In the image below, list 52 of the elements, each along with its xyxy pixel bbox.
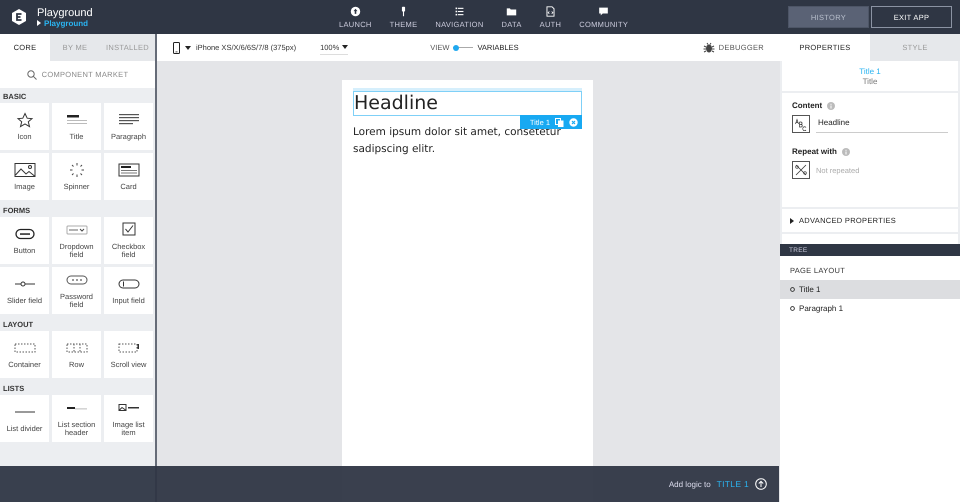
up-arrow-icon[interactable]	[755, 478, 767, 490]
dashed-row-icon	[66, 344, 87, 353]
star-icon	[16, 112, 33, 128]
search-icon	[26, 70, 37, 80]
circle-icon	[790, 287, 795, 292]
property-label: Repeat with	[792, 147, 837, 156]
property-label: Content	[792, 101, 822, 110]
list-icon	[454, 6, 465, 16]
breadcrumb-link[interactable]: Playground	[44, 18, 88, 28]
info-icon[interactable]	[842, 148, 850, 156]
info-icon[interactable]	[827, 102, 836, 110]
repeat-icon[interactable]	[792, 161, 810, 179]
spinner-icon	[69, 162, 84, 178]
mode-switch[interactable]	[453, 44, 474, 50]
upload-icon	[350, 6, 361, 16]
logo-icon	[10, 8, 28, 26]
dashed-box-icon	[14, 344, 35, 353]
circle-icon	[790, 306, 795, 311]
image-icon	[14, 163, 35, 178]
line-icon	[14, 412, 34, 413]
section-line-icon	[66, 407, 86, 410]
checkbox-icon	[122, 222, 135, 236]
component-name: Title 1	[859, 66, 881, 76]
logic-label: Add logic to	[668, 480, 711, 488]
caret-icon	[790, 218, 794, 224]
phone-icon	[173, 42, 180, 54]
text-type-icon	[792, 115, 810, 133]
code-file-icon	[544, 6, 556, 16]
card-icon	[118, 164, 139, 177]
component-type: Title	[862, 76, 878, 86]
copy-icon[interactable]	[555, 118, 564, 126]
text-lines-icon	[118, 114, 138, 124]
button-shape-icon	[14, 228, 34, 240]
slider-icon	[14, 282, 35, 287]
delete-icon[interactable]	[569, 118, 578, 126]
heading-lines-icon	[66, 115, 86, 124]
tree-item[interactable]: Title 1	[780, 280, 960, 299]
selected-title[interactable]: Headline	[353, 91, 582, 116]
image-list-icon	[118, 404, 138, 412]
caret-icon	[342, 45, 348, 49]
caret-icon	[37, 20, 41, 26]
folder-icon	[506, 6, 518, 16]
scroll-box-icon	[118, 344, 138, 353]
password-icon	[66, 276, 87, 285]
app-title: Playground	[37, 6, 93, 18]
input-icon	[118, 280, 139, 289]
chat-icon	[598, 6, 610, 16]
logic-target-link[interactable]: TITLE 1	[714, 479, 751, 489]
caret-icon	[185, 46, 191, 50]
dropdown-icon	[66, 226, 87, 235]
bug-icon	[702, 42, 715, 53]
content-field[interactable]: Headline	[816, 115, 948, 133]
